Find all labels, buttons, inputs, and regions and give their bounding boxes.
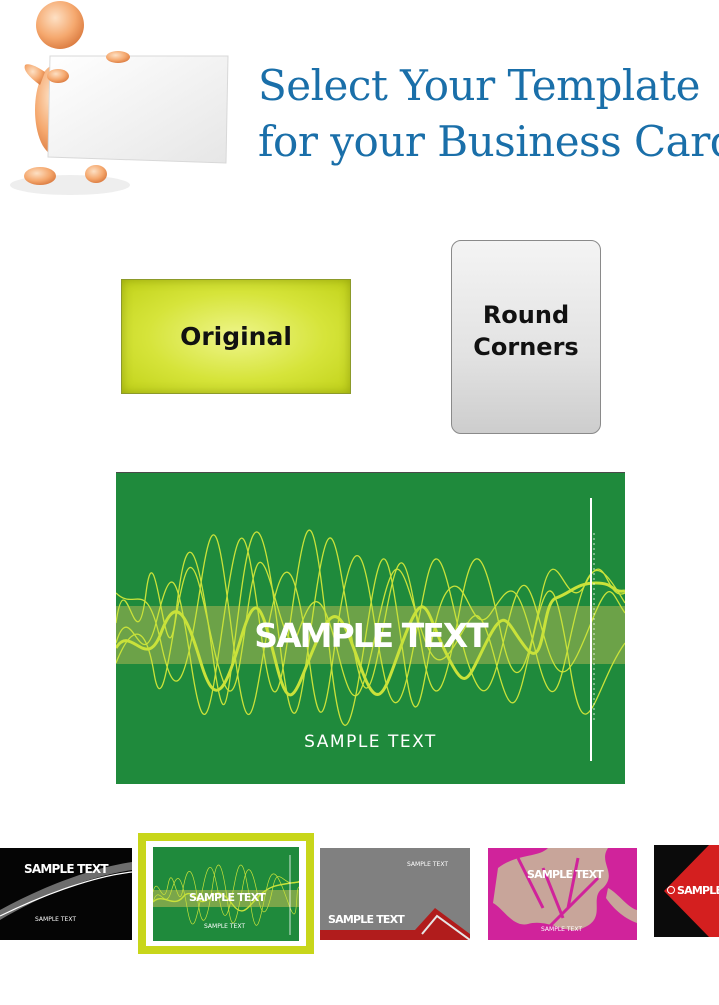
original-shape-button[interactable]: Original	[121, 279, 351, 394]
template-thumbnail-1[interactable]: SAMPLE TEXT SAMPLE TEXT	[0, 848, 132, 940]
template-thumbnail-2[interactable]: SAMPLE TEXT SAMPLE TEXT	[146, 841, 306, 946]
preview-sub-text: SAMPLE TEXT	[304, 732, 437, 752]
page-title: Select Your Template for your Business C…	[258, 58, 719, 170]
template-thumbnail-5[interactable]: SAMPLE	[654, 845, 719, 937]
template-4-sub-text: SAMPLE TEXT	[541, 926, 582, 933]
round-corners-label-line1: Round	[482, 301, 570, 329]
template-2-sub-text: SAMPLE TEXT	[204, 923, 245, 930]
round-corners-label-line2: Corners	[473, 333, 579, 361]
template-3-main-text: SAMPLE TEXT	[328, 913, 405, 926]
template-2-main-text: SAMPLE TEXT	[189, 891, 266, 904]
template-1-main-text: SAMPLE TEXT	[24, 862, 109, 876]
preview-main-text: SAMPLE TEXT	[254, 616, 488, 655]
original-shape-label: Original	[180, 322, 292, 351]
template-thumbnail-3[interactable]: SAMPLE TEXT SAMPLE TEXT	[320, 848, 470, 940]
template-4-main-text: SAMPLE TEXT	[527, 868, 604, 881]
template-5-main-text: SAMPLE	[677, 884, 719, 897]
title-line-1: Select Your Template	[258, 61, 701, 110]
title-line-2: for your Business Card	[258, 117, 719, 166]
round-corners-label: Round Corners	[461, 299, 591, 363]
template-1-sub-text: SAMPLE TEXT	[35, 916, 76, 923]
template-2-card: SAMPLE TEXT SAMPLE TEXT	[153, 847, 299, 941]
mascot-holding-card-illustration	[0, 0, 250, 210]
round-corners-shape-button[interactable]: Round Corners	[451, 240, 601, 434]
card-preview: SAMPLE TEXT SAMPLE TEXT	[116, 472, 625, 784]
template-thumbnail-4[interactable]: SAMPLE TEXT SAMPLE TEXT	[488, 848, 637, 940]
template-3-sub-text: SAMPLE TEXT	[407, 861, 448, 868]
